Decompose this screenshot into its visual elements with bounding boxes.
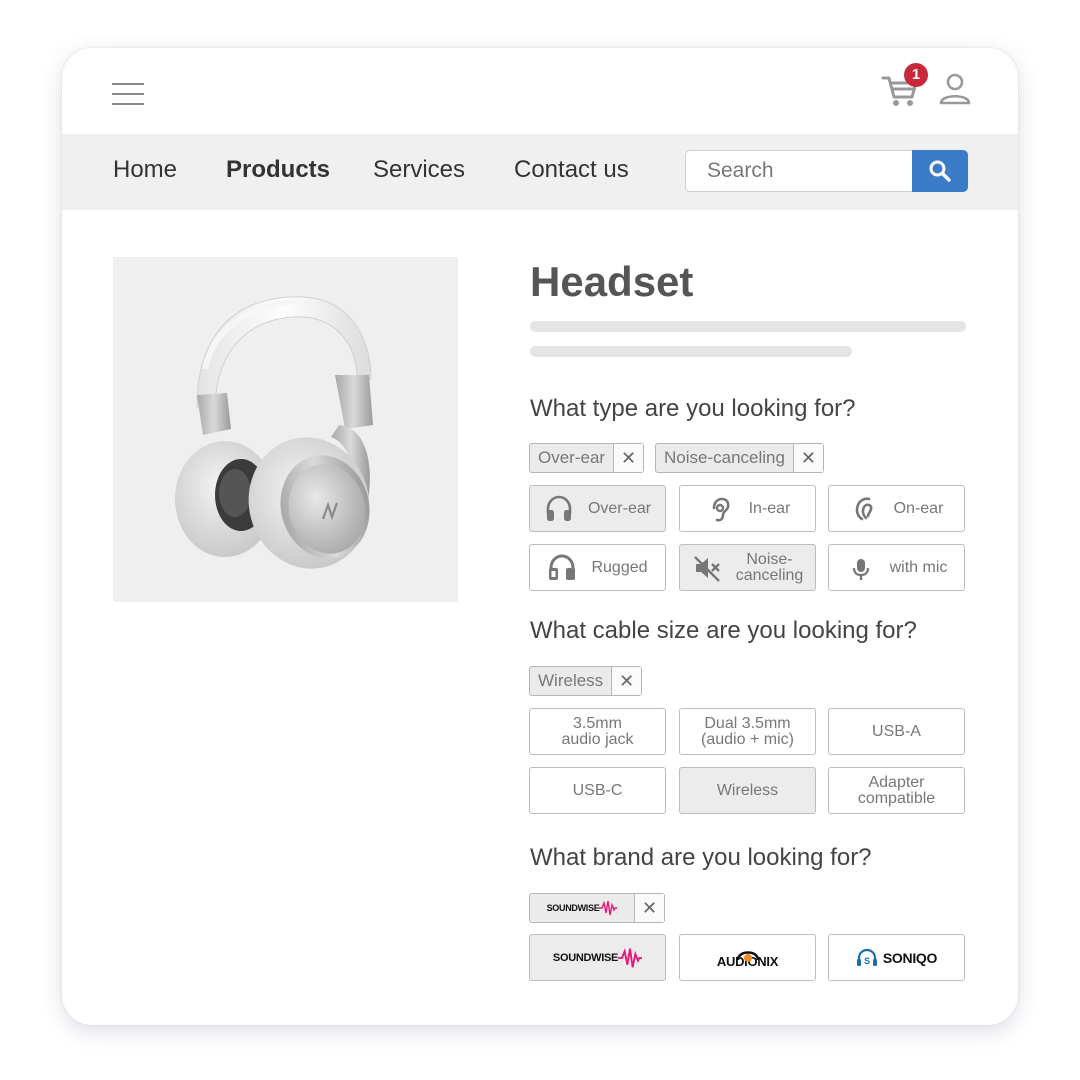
headphones-product-photo [175, 296, 373, 569]
nav-products[interactable]: Products [226, 156, 330, 184]
type-option-in-ear[interactable]: In-ear [679, 485, 816, 532]
cable-question: What cable size are you looking for? [530, 617, 917, 644]
remove-filter-icon[interactable]: ✕ [611, 667, 642, 695]
product-title: Headset [530, 258, 694, 305]
app-window: 1 Home Products Services Contact us Sear… [62, 48, 1018, 1025]
option-label: Dual 3.5mm (audio + mic) [701, 714, 794, 748]
cable-option-usb-a[interactable]: USB-A [828, 708, 965, 755]
search-input[interactable] [685, 150, 913, 192]
option-label: Over-ear [587, 499, 652, 517]
option-label: Rugged [591, 558, 648, 576]
soundwise-logo: SOUNDWISE [530, 894, 634, 922]
headphones-icon [546, 495, 572, 521]
soniqo-headphones-icon: S [856, 948, 877, 966]
on-ear-icon [855, 496, 873, 520]
type-option-rugged[interactable]: Rugged [529, 544, 666, 591]
option-label: Adapter compatible [857, 773, 936, 807]
cable-option-3-5mm-audio-jack[interactable]: 3.5mm audio jack [529, 708, 666, 755]
option-label: USB-A [872, 722, 921, 740]
search-icon [929, 160, 951, 182]
product-image [113, 257, 458, 602]
type-option-on-ear[interactable]: On-ear [828, 485, 965, 532]
option-label: On-ear [893, 499, 944, 517]
nav-services[interactable]: Services [373, 156, 465, 184]
cable-option-adapter-compatible[interactable]: Adapter compatible [828, 767, 965, 814]
brand-question: What brand are you looking for? [530, 844, 872, 871]
cart-count-badge: 1 [904, 63, 928, 87]
main-navigation: Home Products Services Contact us [62, 134, 1018, 210]
sound-wave-icon [599, 901, 618, 915]
user-account-icon[interactable] [938, 72, 972, 106]
search-button[interactable] [912, 150, 968, 192]
brand-option-soniqo[interactable]: S SONIQO [828, 934, 965, 981]
cable-option-usb-c[interactable]: USB-C [529, 767, 666, 814]
chip-label: Over-ear [538, 448, 606, 467]
cable-option-wireless[interactable]: Wireless [679, 767, 816, 814]
cable-option-dual-3-5mm[interactable]: Dual 3.5mm (audio + mic) [679, 708, 816, 755]
option-label: Wireless [716, 781, 779, 799]
type-option-over-ear[interactable]: Over-ear [529, 485, 666, 532]
selected-brand-chip: SOUNDWISE ✕ [529, 893, 665, 923]
option-label: with mic [889, 558, 948, 576]
selected-filter-chip: Over-ear ✕ [529, 443, 645, 473]
selected-filter-chip: Wireless ✕ [529, 666, 643, 696]
top-bar: 1 [62, 48, 1018, 134]
nav-contact-us[interactable]: Contact us [514, 156, 629, 184]
type-option-with-mic[interactable]: with mic [828, 544, 965, 591]
option-label: USB-C [572, 781, 623, 799]
option-label: Noise- canceling [735, 550, 804, 584]
hamburger-menu-icon[interactable] [112, 81, 146, 107]
option-label: 3.5mm audio jack [561, 714, 634, 748]
option-label: In-ear [748, 499, 791, 517]
sound-wave-icon [618, 947, 643, 968]
type-question: What type are you looking for? [530, 395, 856, 422]
description-placeholder-line [530, 321, 966, 332]
remove-filter-icon[interactable]: ✕ [792, 444, 823, 472]
rugged-headphones-icon [549, 553, 576, 580]
soniqo-logo: S SONIQO [856, 948, 937, 968]
soundwise-logo: SOUNDWISE [553, 947, 643, 968]
microphone-icon [852, 558, 869, 580]
brand-option-soundwise[interactable]: SOUNDWISE [529, 934, 666, 981]
selected-filter-chip: Noise-canceling ✕ [655, 443, 824, 473]
remove-filter-icon[interactable]: ✕ [613, 444, 644, 472]
headphone-arc-icon [736, 951, 760, 962]
svg-text:S: S [864, 956, 870, 966]
brand-option-audionix[interactable]: AUDIONIX [679, 934, 816, 981]
description-placeholder-line [530, 346, 852, 357]
type-option-noise-canceling[interactable]: Noise- canceling [679, 544, 816, 591]
noise-canceling-icon [693, 555, 720, 582]
remove-filter-icon[interactable]: ✕ [634, 894, 664, 922]
in-ear-icon [712, 497, 730, 522]
nav-home[interactable]: Home [113, 156, 177, 184]
chip-label: Noise-canceling [664, 448, 785, 467]
chip-label: Wireless [538, 671, 604, 690]
